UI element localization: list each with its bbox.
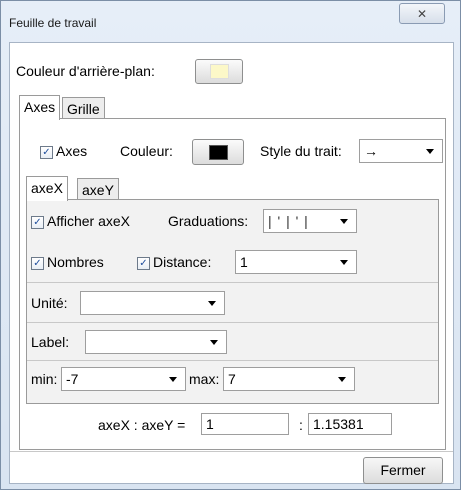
distance-label: Distance: xyxy=(153,254,212,270)
graduations-value: | ' | ' | xyxy=(268,213,309,229)
graduations-dropdown[interactable]: | ' | ' | xyxy=(263,209,357,233)
divider xyxy=(27,282,438,283)
tab-axey[interactable]: axeY xyxy=(77,178,119,201)
divider xyxy=(10,451,453,452)
divider xyxy=(27,360,438,361)
close-icon: ✕ xyxy=(416,6,428,21)
unit-dropdown[interactable] xyxy=(80,291,225,315)
line-style-value: → xyxy=(364,143,378,159)
axex-tab-panel: ✓ Afficher axeX Graduations: | ' | ' | ✓… xyxy=(26,199,439,404)
axis-label-dropdown[interactable] xyxy=(85,330,227,354)
chevron-down-icon xyxy=(208,301,216,306)
max-label: max: xyxy=(189,371,220,387)
axes-color-button[interactable] xyxy=(192,139,244,165)
tab-grille[interactable]: Grille xyxy=(62,97,105,120)
title-bar: Feuille de travail ✕ xyxy=(1,1,460,39)
ratio-separator: : xyxy=(299,417,303,433)
close-button[interactable]: Fermer xyxy=(363,457,443,484)
chevron-down-icon xyxy=(169,377,177,382)
distance-value: 1 xyxy=(240,254,248,270)
min-dropdown[interactable]: -7 xyxy=(61,367,186,391)
line-style-dropdown[interactable]: → xyxy=(359,139,443,163)
divider xyxy=(27,322,438,323)
axis-label-label: Label: xyxy=(31,334,70,350)
ratio-x-input[interactable] xyxy=(201,413,289,435)
max-dropdown[interactable]: 7 xyxy=(223,367,355,391)
background-color-button[interactable] xyxy=(195,59,243,84)
axis-ratio-label: axeX : axeY = xyxy=(98,417,186,433)
distance-checkbox[interactable]: ✓ xyxy=(137,257,150,270)
window-title: Feuille de travail xyxy=(9,16,97,30)
graduations-label: Graduations: xyxy=(168,213,249,229)
chevron-down-icon xyxy=(426,149,434,154)
axes-label: Axes xyxy=(56,143,88,159)
distance-dropdown[interactable]: 1 xyxy=(235,250,357,274)
numbers-checkbox[interactable]: ✓ xyxy=(31,257,44,270)
chevron-down-icon xyxy=(338,377,346,382)
axes-color-label: Couleur: xyxy=(120,143,173,159)
min-value: -7 xyxy=(66,371,79,387)
axes-color-swatch xyxy=(208,144,228,160)
dialog-window: Feuille de travail ✕ Couleur d'arrière-p… xyxy=(0,0,461,490)
numbers-label: Nombres xyxy=(47,254,104,270)
tab-axes[interactable]: Axes xyxy=(19,95,61,120)
axes-tab-panel: ✓ Axes Couleur: Style du trait: → axeX a… xyxy=(19,118,446,450)
background-color-swatch xyxy=(209,64,229,79)
line-style-label: Style du trait: xyxy=(260,143,342,159)
show-axex-label: Afficher axeX xyxy=(47,213,131,229)
window-close-button[interactable]: ✕ xyxy=(399,3,445,24)
min-label: min: xyxy=(31,371,58,387)
axes-checkbox[interactable]: ✓ xyxy=(40,146,53,159)
chevron-down-icon xyxy=(210,340,218,345)
chevron-down-icon xyxy=(340,260,348,265)
background-color-label: Couleur d'arrière-plan: xyxy=(16,63,155,79)
unit-label: Unité: xyxy=(31,295,68,311)
max-value: 7 xyxy=(228,371,236,387)
ratio-y-input[interactable] xyxy=(308,413,392,435)
dialog-content: Couleur d'arrière-plan: Axes Grille ✓ Ax… xyxy=(9,42,454,484)
show-axex-checkbox[interactable]: ✓ xyxy=(31,216,44,229)
chevron-down-icon xyxy=(340,219,348,224)
tab-axex[interactable]: axeX xyxy=(26,176,68,201)
